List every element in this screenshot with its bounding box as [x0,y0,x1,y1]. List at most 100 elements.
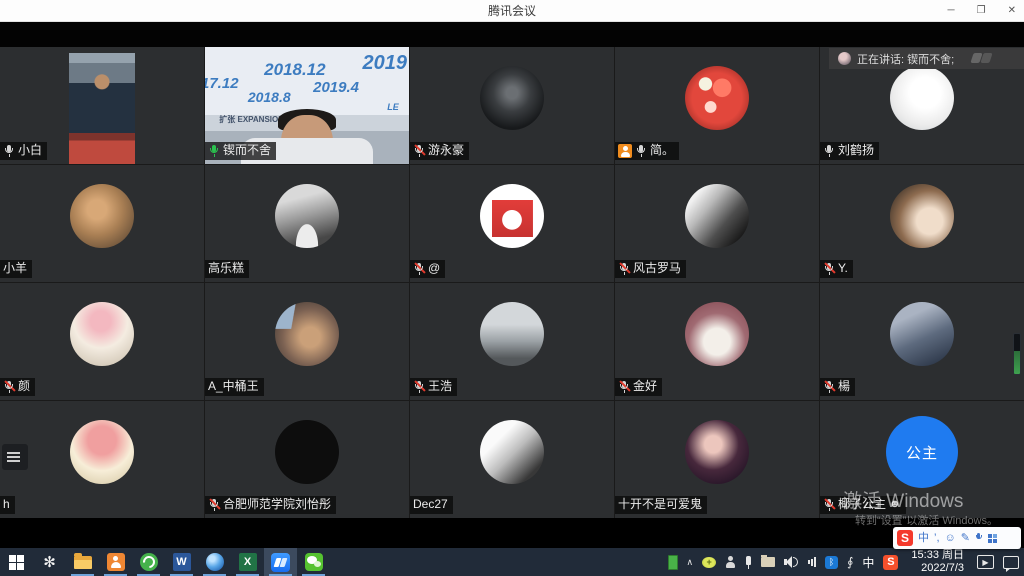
browser-globe-icon [206,553,224,571]
avatar [890,184,954,248]
participant-tile[interactable]: 风古罗马 [615,165,819,282]
participant-name: 简。 [650,143,674,158]
mic-icon [635,144,647,158]
participant-name: 椰子公主 [838,497,886,512]
participant-tile[interactable]: 合肥师范学院刘怡彤 [205,401,409,518]
media-overlay-icon[interactable]: ▶ [977,555,994,569]
window-titlebar[interactable]: 腾讯会议 ─ ❐ ✕ [0,0,1024,22]
avatar [685,184,749,248]
orange-app-icon [107,553,125,571]
participant-name: 十开不是可爱鬼 [618,497,702,512]
participant-name: 颜 [18,379,30,394]
participant-tile[interactable]: 高乐糕 [205,165,409,282]
wall-text: 2018.8 [248,89,291,105]
hidden-icons-chevron[interactable]: ∧ [687,557,694,568]
usb-device-icon[interactable] [745,556,752,569]
restore-button[interactable]: ❐ [977,0,986,21]
participant-name: A_中桶王 [208,379,259,394]
participant-tile[interactable]: 小白 [0,47,204,164]
meeting-bottom-strip [0,518,1024,548]
hook-tray-icon[interactable]: ∮ [847,555,853,569]
taskbar-clock[interactable]: 15:33 周日 2022/7/3 [911,549,964,575]
participant-name: 合肥师范学院刘怡彤 [223,497,331,512]
taskbar-excel[interactable]: X [231,548,264,576]
network-signal-icon[interactable] [808,557,816,568]
participant-name: 小羊 [3,261,27,276]
participant-tile-speaking[interactable]: 17.12 2018.12 2019 2018.8 2019.4 扩张 EXPA… [205,47,409,164]
participant-tile[interactable]: 王浩 [410,283,614,400]
sogou-logo-icon[interactable]: S [897,530,913,546]
participant-tile[interactable]: 十开不是可爱鬼 [615,401,819,518]
member-list-toggle-button[interactable] [2,444,28,470]
taskbar-green-app[interactable] [132,548,165,576]
taskbar-orange-app[interactable] [99,548,132,576]
taskbar-word[interactable]: W [165,548,198,576]
participant-tile[interactable]: @ [410,165,614,282]
participant-tile[interactable]: 简。 [615,47,819,164]
desktop-screen: 腾讯会议 ─ ❐ ✕ 小白 17.12 2018.12 2019 2018.8 … [0,0,1024,576]
taskbar-tencent-meeting[interactable] [264,548,297,576]
hand-raised-badge [618,144,632,158]
participant-name: Dec27 [413,497,448,512]
participant-label: @ [410,260,445,278]
avatar [480,184,544,248]
battery-icon[interactable] [668,555,678,570]
wall-text: 2018.12 [264,60,325,80]
chinese-mode-icon[interactable]: 中 [918,527,929,549]
participant-tile[interactable]: A_中桶王 [205,283,409,400]
volume-icon[interactable] [784,556,799,568]
participant-tile[interactable]: 颜 [0,283,204,400]
participant-label: 颜 [0,378,35,396]
mic-muted-icon [618,262,630,276]
participant-name: @ [428,261,440,276]
taskbar-browser[interactable] [198,548,231,576]
participant-tile[interactable]: Dec27 [410,401,614,518]
participant-label: 高乐糕 [205,260,249,278]
participant-name: 风古罗马 [633,261,681,276]
participant-label: A_中桶王 [205,378,264,396]
participant-tile[interactable]: 公主 椰子公主 ☻ [820,401,1024,518]
handwriting-icon[interactable]: ✎ [961,527,970,549]
participant-tile[interactable]: 金好 [615,283,819,400]
participant-tile[interactable]: 楊 [820,283,1024,400]
input-mode-indicator[interactable]: 中 [862,554,874,571]
participant-label: 锲而不舍 [205,142,276,160]
wall-text: 2019 [362,52,407,75]
taskbar-search-app[interactable]: ✻ [33,548,66,576]
avatar-text: 公主 [906,442,938,463]
avatar [890,66,954,130]
participant-tile[interactable]: h [0,401,204,518]
taskbar-file-explorer[interactable] [66,548,99,576]
sogou-input-toolbar: S 中 ’, ☺ ✎ [893,527,1021,549]
close-button[interactable]: ✕ [1008,0,1016,21]
participant-tile[interactable]: 游永豪 [410,47,614,164]
bluetooth-icon[interactable]: ᛒ [825,556,838,569]
participant-label: 王浩 [410,378,457,396]
participant-label: Dec27 [410,496,453,514]
avatar [275,184,339,248]
clock-date: 2022/7/3 [921,562,964,575]
taskbar-wechat[interactable] [297,548,330,576]
minimize-button[interactable]: ─ [948,0,955,21]
participant-tile[interactable]: 小羊 [0,165,204,282]
participant-name: 楊 [838,379,850,394]
participant-label: 小白 [0,142,47,160]
emoji-face-icon: ☻ [889,497,901,512]
mic-muted-icon [3,380,15,394]
user-tray-icon[interactable] [725,556,736,568]
participant-label: 楊 [820,378,855,396]
excel-icon: X [239,553,257,571]
notification-icon[interactable] [1003,556,1019,569]
folder-tray-icon[interactable] [761,557,775,567]
punctuation-mode-icon[interactable]: ’, [934,527,940,549]
emoji-picker-icon[interactable]: ☺ [945,527,956,549]
participant-label: Y. [820,260,853,278]
mic-icon [3,144,15,158]
participant-name: Y. [838,261,848,276]
participant-tile[interactable]: Y. [820,165,1024,282]
coin-app-icon[interactable]: + [702,557,716,568]
voice-input-icon[interactable] [975,532,983,544]
input-keyboard-icon[interactable] [988,534,997,543]
sogou-tray-icon[interactable]: S [883,555,898,570]
start-button[interactable] [0,548,33,576]
